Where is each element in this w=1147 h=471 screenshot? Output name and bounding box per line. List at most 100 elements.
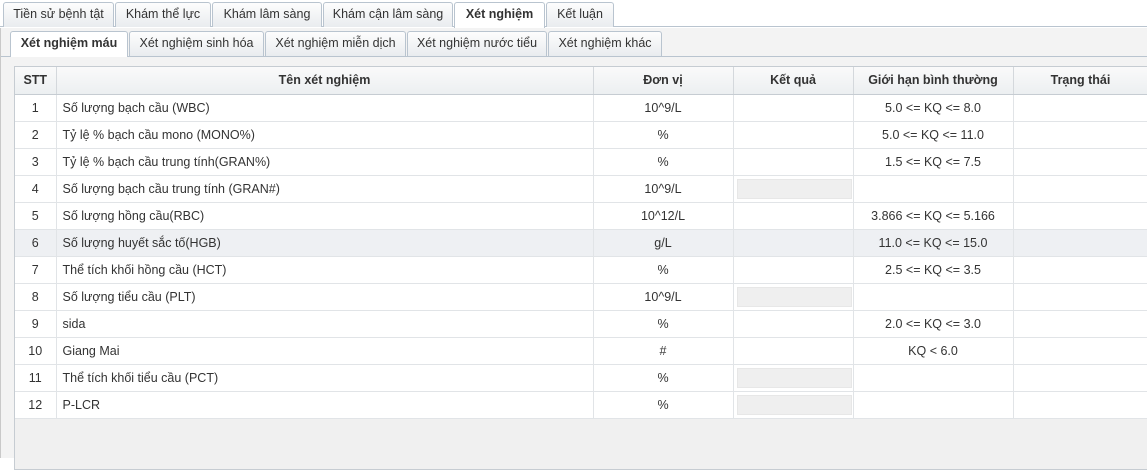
cell-result[interactable] xyxy=(733,283,854,311)
cell-normal-range xyxy=(853,364,1014,392)
tab-xet-nghiem-sinh-hoa[interactable]: Xét nghiệm sinh hóa xyxy=(129,31,264,56)
cell-normal-range: 11.0 <= KQ <= 15.0 xyxy=(853,229,1014,257)
cell-normal-range: 5.0 <= KQ <= 11.0 xyxy=(853,121,1014,149)
cell-result[interactable] xyxy=(733,148,854,176)
tab-xet-nghiem[interactable]: Xét nghiệm xyxy=(454,2,545,28)
table-row[interactable]: 12 P-LCR % xyxy=(15,391,1147,419)
cell-status xyxy=(1013,202,1147,230)
col-header-status[interactable]: Trạng thái xyxy=(1013,67,1147,95)
sub-tab-strip: Xét nghiệm máu Xét nghiệm sinh hóa Xét n… xyxy=(1,28,1147,57)
cell-stt: 12 xyxy=(15,391,57,419)
cell-unit: % xyxy=(593,391,734,419)
result-input[interactable] xyxy=(736,178,852,199)
cell-test-name: P-LCR xyxy=(56,391,594,419)
cell-stt: 6 xyxy=(15,229,57,257)
cell-unit: 10^12/L xyxy=(593,202,734,230)
cell-status xyxy=(1013,391,1147,419)
cell-unit: 10^9/L xyxy=(593,283,734,311)
tab-xet-nghiem-mien-dich[interactable]: Xét nghiệm miễn dịch xyxy=(265,31,406,56)
cell-result[interactable] xyxy=(733,391,854,419)
cell-normal-range: 2.5 <= KQ <= 3.5 xyxy=(853,256,1014,284)
cell-unit: % xyxy=(593,310,734,338)
cell-normal-range xyxy=(853,391,1014,419)
table-row[interactable]: 11 Thể tích khối tiểu cầu (PCT) % xyxy=(15,364,1147,392)
cell-status xyxy=(1013,310,1147,338)
cell-result[interactable] xyxy=(733,364,854,392)
tab-kham-the-luc[interactable]: Khám thể lực xyxy=(115,2,211,27)
cell-status xyxy=(1013,283,1147,311)
table-row[interactable]: 3 Tỷ lệ % bạch cầu trung tính(GRAN%) % 1… xyxy=(15,148,1147,176)
cell-test-name: Số lượng hồng cầu(RBC) xyxy=(56,202,594,230)
col-header-normal-range[interactable]: Giới hạn bình thường xyxy=(853,67,1014,95)
cell-result[interactable] xyxy=(733,229,854,257)
cell-test-name: Giang Mai xyxy=(56,337,594,365)
cell-status xyxy=(1013,256,1147,284)
cell-result[interactable] xyxy=(733,121,854,149)
cell-stt: 4 xyxy=(15,175,57,203)
table-row[interactable]: 5 Số lượng hồng cầu(RBC) 10^12/L 3.866 <… xyxy=(15,202,1147,230)
col-header-result[interactable]: Kết quả xyxy=(733,67,854,95)
tab-tien-su-benh-tat[interactable]: Tiền sử bệnh tật xyxy=(3,2,114,27)
cell-test-name: Số lượng bạch cầu (WBC) xyxy=(56,94,594,122)
cell-unit: % xyxy=(593,364,734,392)
tab-kham-can-lam-sang[interactable]: Khám cận lâm sàng xyxy=(323,2,453,27)
cell-test-name: sida xyxy=(56,310,594,338)
cell-normal-range: KQ < 6.0 xyxy=(853,337,1014,365)
cell-unit: % xyxy=(593,256,734,284)
cell-test-name: Tỷ lệ % bạch cầu trung tính(GRAN%) xyxy=(56,148,594,176)
cell-stt: 11 xyxy=(15,364,57,392)
cell-status xyxy=(1013,337,1147,365)
result-input[interactable] xyxy=(736,394,852,415)
main-tab-strip: Tiền sử bệnh tật Khám thể lực Khám lâm s… xyxy=(0,0,1147,28)
table-header-row: STT Tên xét nghiệm Đơn vị Kết quả Giới h… xyxy=(15,67,1147,95)
tab-kham-lam-sang[interactable]: Khám lâm sàng xyxy=(212,2,322,27)
cell-stt: 2 xyxy=(15,121,57,149)
tab-xet-nghiem-khac[interactable]: Xét nghiệm khác xyxy=(548,31,662,56)
cell-test-name: Số lượng huyết sắc tố(HGB) xyxy=(56,229,594,257)
cell-status xyxy=(1013,148,1147,176)
cell-status xyxy=(1013,94,1147,122)
col-header-test-name[interactable]: Tên xét nghiệm xyxy=(56,67,594,95)
cell-result[interactable] xyxy=(733,256,854,284)
cell-result[interactable] xyxy=(733,202,854,230)
cell-result[interactable] xyxy=(733,337,854,365)
results-table: STT Tên xét nghiệm Đơn vị Kết quả Giới h… xyxy=(15,67,1147,419)
cell-unit: 10^9/L xyxy=(593,94,734,122)
cell-result[interactable] xyxy=(733,175,854,203)
tab-xet-nghiem-nuoc-tieu[interactable]: Xét nghiệm nước tiểu xyxy=(407,31,547,56)
result-input[interactable] xyxy=(736,367,852,388)
cell-normal-range: 5.0 <= KQ <= 8.0 xyxy=(853,94,1014,122)
table-row[interactable]: 2 Tỷ lệ % bạch cầu mono (MONO%) % 5.0 <=… xyxy=(15,121,1147,149)
table-row[interactable]: 4 Số lượng bạch cầu trung tính (GRAN#) 1… xyxy=(15,175,1147,203)
cell-status xyxy=(1013,175,1147,203)
cell-stt: 5 xyxy=(15,202,57,230)
cell-stt: 10 xyxy=(15,337,57,365)
cell-result[interactable] xyxy=(733,310,854,338)
table-row[interactable]: 8 Số lượng tiểu cầu (PLT) 10^9/L xyxy=(15,283,1147,311)
col-header-unit[interactable]: Đơn vị xyxy=(593,67,734,95)
cell-test-name: Thể tích khối tiểu cầu (PCT) xyxy=(56,364,594,392)
table-row-highlighted[interactable]: 6 Số lượng huyết sắc tố(HGB) g/L 11.0 <=… xyxy=(15,229,1147,257)
cell-test-name: Tỷ lệ % bạch cầu mono (MONO%) xyxy=(56,121,594,149)
cell-stt: 8 xyxy=(15,283,57,311)
cell-stt: 1 xyxy=(15,94,57,122)
col-header-stt[interactable]: STT xyxy=(15,67,57,95)
result-input[interactable] xyxy=(736,286,852,307)
cell-unit: % xyxy=(593,121,734,149)
table-row[interactable]: 9 sida % 2.0 <= KQ <= 3.0 xyxy=(15,310,1147,338)
cell-status xyxy=(1013,229,1147,257)
tab-xet-nghiem-mau[interactable]: Xét nghiệm máu xyxy=(10,31,128,57)
cell-test-name: Số lượng bạch cầu trung tính (GRAN#) xyxy=(56,175,594,203)
cell-normal-range: 3.866 <= KQ <= 5.166 xyxy=(853,202,1014,230)
cell-normal-range xyxy=(853,175,1014,203)
cell-unit: % xyxy=(593,148,734,176)
cell-status xyxy=(1013,121,1147,149)
tab-ket-luan[interactable]: Kết luận xyxy=(546,2,614,27)
table-row[interactable]: 7 Thể tích khối hồng cầu (HCT) % 2.5 <= … xyxy=(15,256,1147,284)
table-row[interactable]: 10 Giang Mai # KQ < 6.0 xyxy=(15,337,1147,365)
cell-normal-range: 1.5 <= KQ <= 7.5 xyxy=(853,148,1014,176)
table-row[interactable]: 1 Số lượng bạch cầu (WBC) 10^9/L 5.0 <= … xyxy=(15,94,1147,122)
cell-test-name: Thể tích khối hồng cầu (HCT) xyxy=(56,256,594,284)
cell-stt: 3 xyxy=(15,148,57,176)
cell-result[interactable] xyxy=(733,94,854,122)
